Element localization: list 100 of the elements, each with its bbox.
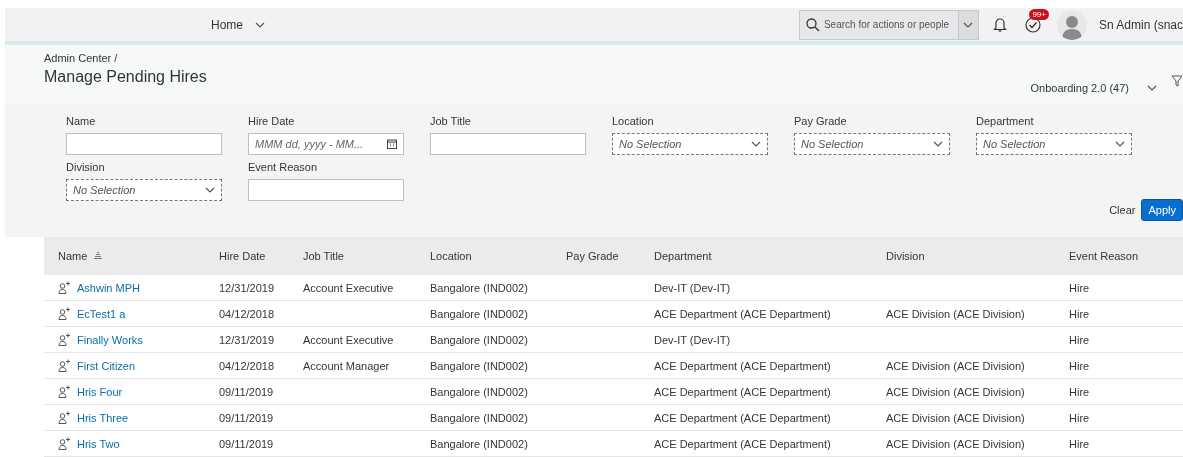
- check-circle-icon: [1024, 16, 1041, 33]
- column-header[interactable]: Job Title: [303, 250, 344, 262]
- table-cell-text: ACE Division (ACE Division): [885, 359, 1026, 372]
- table-cell-text: 09/11/2019: [218, 437, 275, 450]
- column-header[interactable]: Pay Grade: [566, 250, 619, 262]
- add-person-icon: [58, 359, 71, 372]
- add-person-icon: [58, 385, 71, 398]
- filter-dropdown[interactable]: No Selection: [976, 133, 1132, 155]
- table-cell-text: ACE Division (ACE Division): [885, 385, 1026, 398]
- name-link[interactable]: First Citizen: [77, 359, 136, 372]
- name-link[interactable]: Hris Two: [77, 437, 120, 450]
- table-row[interactable]: First Citizen 04/12/2018 Account Manager Bangalore (IND002) ACE Department (ACE Department) ACE Division (ACE Division) Hire: [44, 353, 1183, 379]
- filter-label: Pay Grade: [794, 115, 848, 127]
- table-cell-text: Hire: [1068, 359, 1091, 372]
- home-menu[interactable]: Home: [211, 17, 265, 32]
- chevron-down-icon: [205, 187, 215, 193]
- filter-icon[interactable]: [1171, 75, 1183, 87]
- apply-button[interactable]: Apply: [1141, 199, 1183, 221]
- column-header[interactable]: Division: [886, 250, 925, 262]
- name-link[interactable]: Hris Four: [77, 385, 123, 398]
- notifications-button[interactable]: [992, 16, 1007, 33]
- add-person-icon: [58, 437, 71, 450]
- notification-badge: 99+: [1029, 8, 1049, 20]
- table-row[interactable]: Ashwin MPH 12/31/2019 Account Executive Bangalore (IND002) Dev-IT (Dev-IT) Hire: [44, 275, 1183, 301]
- variant-selector[interactable]: Onboarding 2.0 (47): [1030, 72, 1157, 103]
- user-name[interactable]: Sn Admin (snac: [1098, 17, 1183, 32]
- table-cell-text: 12/31/2019: [218, 281, 276, 294]
- todo-button[interactable]: [1024, 16, 1041, 33]
- table-cell-text: Bangalore (IND002): [429, 359, 529, 372]
- column-header[interactable]: Hire Date: [219, 250, 266, 262]
- table-cell-text: Bangalore (IND002): [429, 333, 529, 346]
- search-dropdown-button[interactable]: [957, 10, 978, 39]
- filter-label: Department: [976, 115, 1035, 127]
- filter-input[interactable]: [430, 133, 586, 155]
- table-cell-text: ACE Department (ACE Department): [653, 411, 832, 424]
- table-cell-text: Account Executive: [302, 333, 395, 346]
- name-link[interactable]: Hris Three: [77, 411, 129, 424]
- table-row[interactable]: Hris Three 09/11/2019 Bangalore (IND002) ACE Department (ACE Department) ACE Division (ACE Division) Hire: [44, 405, 1183, 431]
- sort-icon[interactable]: [93, 252, 104, 260]
- search-box[interactable]: Search for actions or people: [798, 9, 979, 40]
- filter-label: Event Reason: [248, 161, 319, 173]
- filter-label: Division: [66, 161, 106, 173]
- table-cell-text: 04/12/2018: [218, 307, 276, 320]
- add-person-icon: [58, 307, 71, 320]
- add-person-icon: [58, 333, 71, 346]
- chevron-down-icon: [751, 141, 761, 147]
- table-cell-text: Bangalore (IND002): [429, 411, 529, 424]
- table-cell-text: Bangalore (IND002): [429, 385, 529, 398]
- table-cell-text: 04/12/2018: [218, 359, 276, 372]
- table-row[interactable]: Finally Works 12/31/2019 Account Executive Bangalore (IND002) Dev-IT (Dev-IT) Hire: [44, 327, 1183, 353]
- filter-dropdown[interactable]: No Selection: [66, 179, 222, 201]
- column-header[interactable]: Department: [654, 250, 712, 262]
- table-cell-text: Dev-IT (Dev-IT): [653, 333, 732, 346]
- add-person-icon: [58, 411, 71, 424]
- table-row[interactable]: EcTest1 a 04/12/2018 Bangalore (IND002) ACE Department (ACE Department) ACE Division (ACE Division) Hire: [44, 301, 1183, 327]
- table-cell-text: Hire: [1068, 307, 1091, 320]
- table-cell-text: ACE Department (ACE Department): [653, 385, 832, 398]
- breadcrumb[interactable]: Admin Center /: [44, 52, 207, 64]
- table-cell-text: Hire: [1068, 437, 1091, 450]
- chevron-down-icon: [1147, 84, 1157, 91]
- chevron-down-icon: [255, 21, 265, 28]
- filter-dropdown[interactable]: No Selection: [612, 133, 768, 155]
- table-cell-text: ACE Division (ACE Division): [885, 307, 1026, 320]
- filter-input[interactable]: [66, 133, 222, 155]
- filter-dropdown[interactable]: No Selection: [794, 133, 950, 155]
- table-cell-text: Bangalore (IND002): [429, 307, 529, 320]
- clear-button[interactable]: Clear: [1109, 204, 1136, 216]
- table-cell-text: ACE Division (ACE Division): [885, 437, 1026, 450]
- bell-icon: [992, 16, 1007, 33]
- search-input[interactable]: Search for actions or people: [819, 18, 958, 31]
- filter-label: Hire Date: [248, 115, 296, 127]
- table-cell-text: 09/11/2019: [218, 385, 275, 398]
- date-range-field[interactable]: MMM dd, yyyy - MM...: [248, 133, 404, 155]
- chevron-down-icon: [963, 21, 974, 28]
- filter-label: Name: [66, 115, 97, 127]
- column-header[interactable]: Event Reason: [1069, 250, 1139, 262]
- table-cell-text: Dev-IT (Dev-IT): [653, 281, 732, 294]
- table-cell-text: 09/11/2019: [218, 411, 275, 424]
- person-silhouette-icon: [1060, 13, 1083, 40]
- table-row[interactable]: Hris Two 09/11/2019 Bangalore (IND002) ACE Department (ACE Department) ACE Division (ACE Division) Hire: [44, 431, 1183, 457]
- name-link[interactable]: Ashwin MPH: [77, 281, 140, 294]
- table-cell-text: ACE Department (ACE Department): [653, 307, 832, 320]
- page-title: Manage Pending Hires: [44, 68, 207, 86]
- table-cell-text: ACE Division (ACE Division): [885, 411, 1026, 424]
- name-link[interactable]: Finally Works: [77, 333, 143, 346]
- table-cell-text: Bangalore (IND002): [429, 437, 529, 450]
- search-icon: [805, 17, 820, 32]
- filter-label: Job Title: [430, 115, 472, 127]
- table-row[interactable]: Hris Four 09/11/2019 Bangalore (IND002) ACE Department (ACE Department) ACE Division (ACE Division) Hire: [44, 379, 1183, 405]
- column-header[interactable]: Name: [58, 250, 88, 262]
- table-cell-text: Hire: [1068, 385, 1091, 398]
- chevron-down-icon: [933, 141, 943, 147]
- table-cell-text: Hire: [1068, 411, 1091, 424]
- name-link[interactable]: EcTest1 a: [77, 307, 126, 320]
- table-cell-text: 12/31/2019: [218, 333, 276, 346]
- table-cell-text: Hire: [1068, 333, 1091, 346]
- avatar[interactable]: [1056, 9, 1087, 40]
- column-header[interactable]: Location: [430, 250, 472, 262]
- calendar-icon: [387, 139, 397, 149]
- filter-input[interactable]: [248, 179, 404, 201]
